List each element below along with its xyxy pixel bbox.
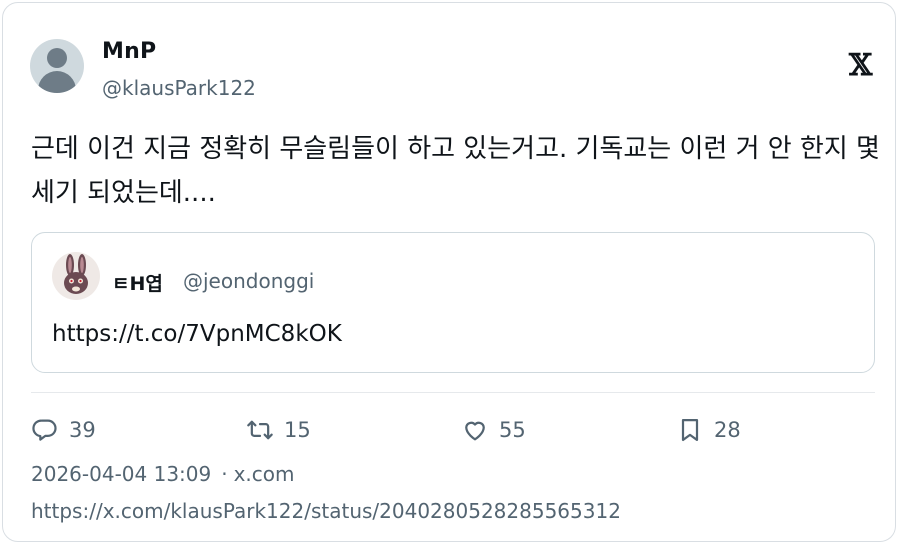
bookmark-icon — [681, 418, 699, 442]
timestamp[interactable]: 2026-04-04 13:09 — [31, 462, 211, 486]
avatar[interactable] — [30, 39, 84, 93]
author-handle[interactable]: @klausPark122 — [102, 76, 256, 100]
reply-count: 39 — [69, 418, 96, 442]
quoted-author-handle[interactable]: @jeondonggi — [183, 269, 314, 293]
quoted-tweet[interactable]: ㅌH엽 @jeondonggi https://t.co/7VpnMC8kOK — [31, 232, 875, 373]
retweet-button[interactable]: 15 — [246, 415, 311, 445]
status-url[interactable]: https://x.com/klausPark122/status/204028… — [31, 499, 621, 523]
reply-icon — [32, 419, 57, 441]
tweet-meta: 2026-04-04 13:09 · x.com — [31, 462, 295, 486]
quoted-author-name[interactable]: ㅌH엽 — [112, 269, 163, 296]
author-name[interactable]: MnP — [102, 39, 156, 64]
bookmark-count: 28 — [714, 418, 741, 442]
bookmark-button[interactable]: 28 — [676, 415, 741, 445]
x-logo-icon[interactable]: 𝕏 — [849, 51, 872, 81]
source-link[interactable]: x.com — [234, 462, 295, 486]
reply-button[interactable]: 39 — [31, 415, 96, 445]
meta-separator: · — [221, 462, 228, 486]
heart-icon — [465, 421, 485, 441]
retweet-count: 15 — [284, 418, 311, 442]
tweet-card: MnP @klausPark122 𝕏 근데 이건 지금 정확히 무슬림들이 하… — [2, 2, 896, 542]
divider — [31, 392, 875, 393]
like-count: 55 — [499, 418, 526, 442]
tweet-text: 근데 이건 지금 정확히 무슬림들이 하고 있는거고. 기독교는 이런 거 안 … — [31, 134, 880, 208]
bunny-avatar-icon — [64, 254, 88, 294]
like-button[interactable]: 55 — [461, 415, 526, 445]
quoted-link[interactable]: https://t.co/7VpnMC8kOK — [52, 321, 342, 347]
quoted-avatar[interactable] — [52, 252, 100, 300]
avatar-head — [47, 48, 67, 68]
retweet-icon — [247, 420, 273, 440]
avatar-body — [38, 71, 76, 93]
